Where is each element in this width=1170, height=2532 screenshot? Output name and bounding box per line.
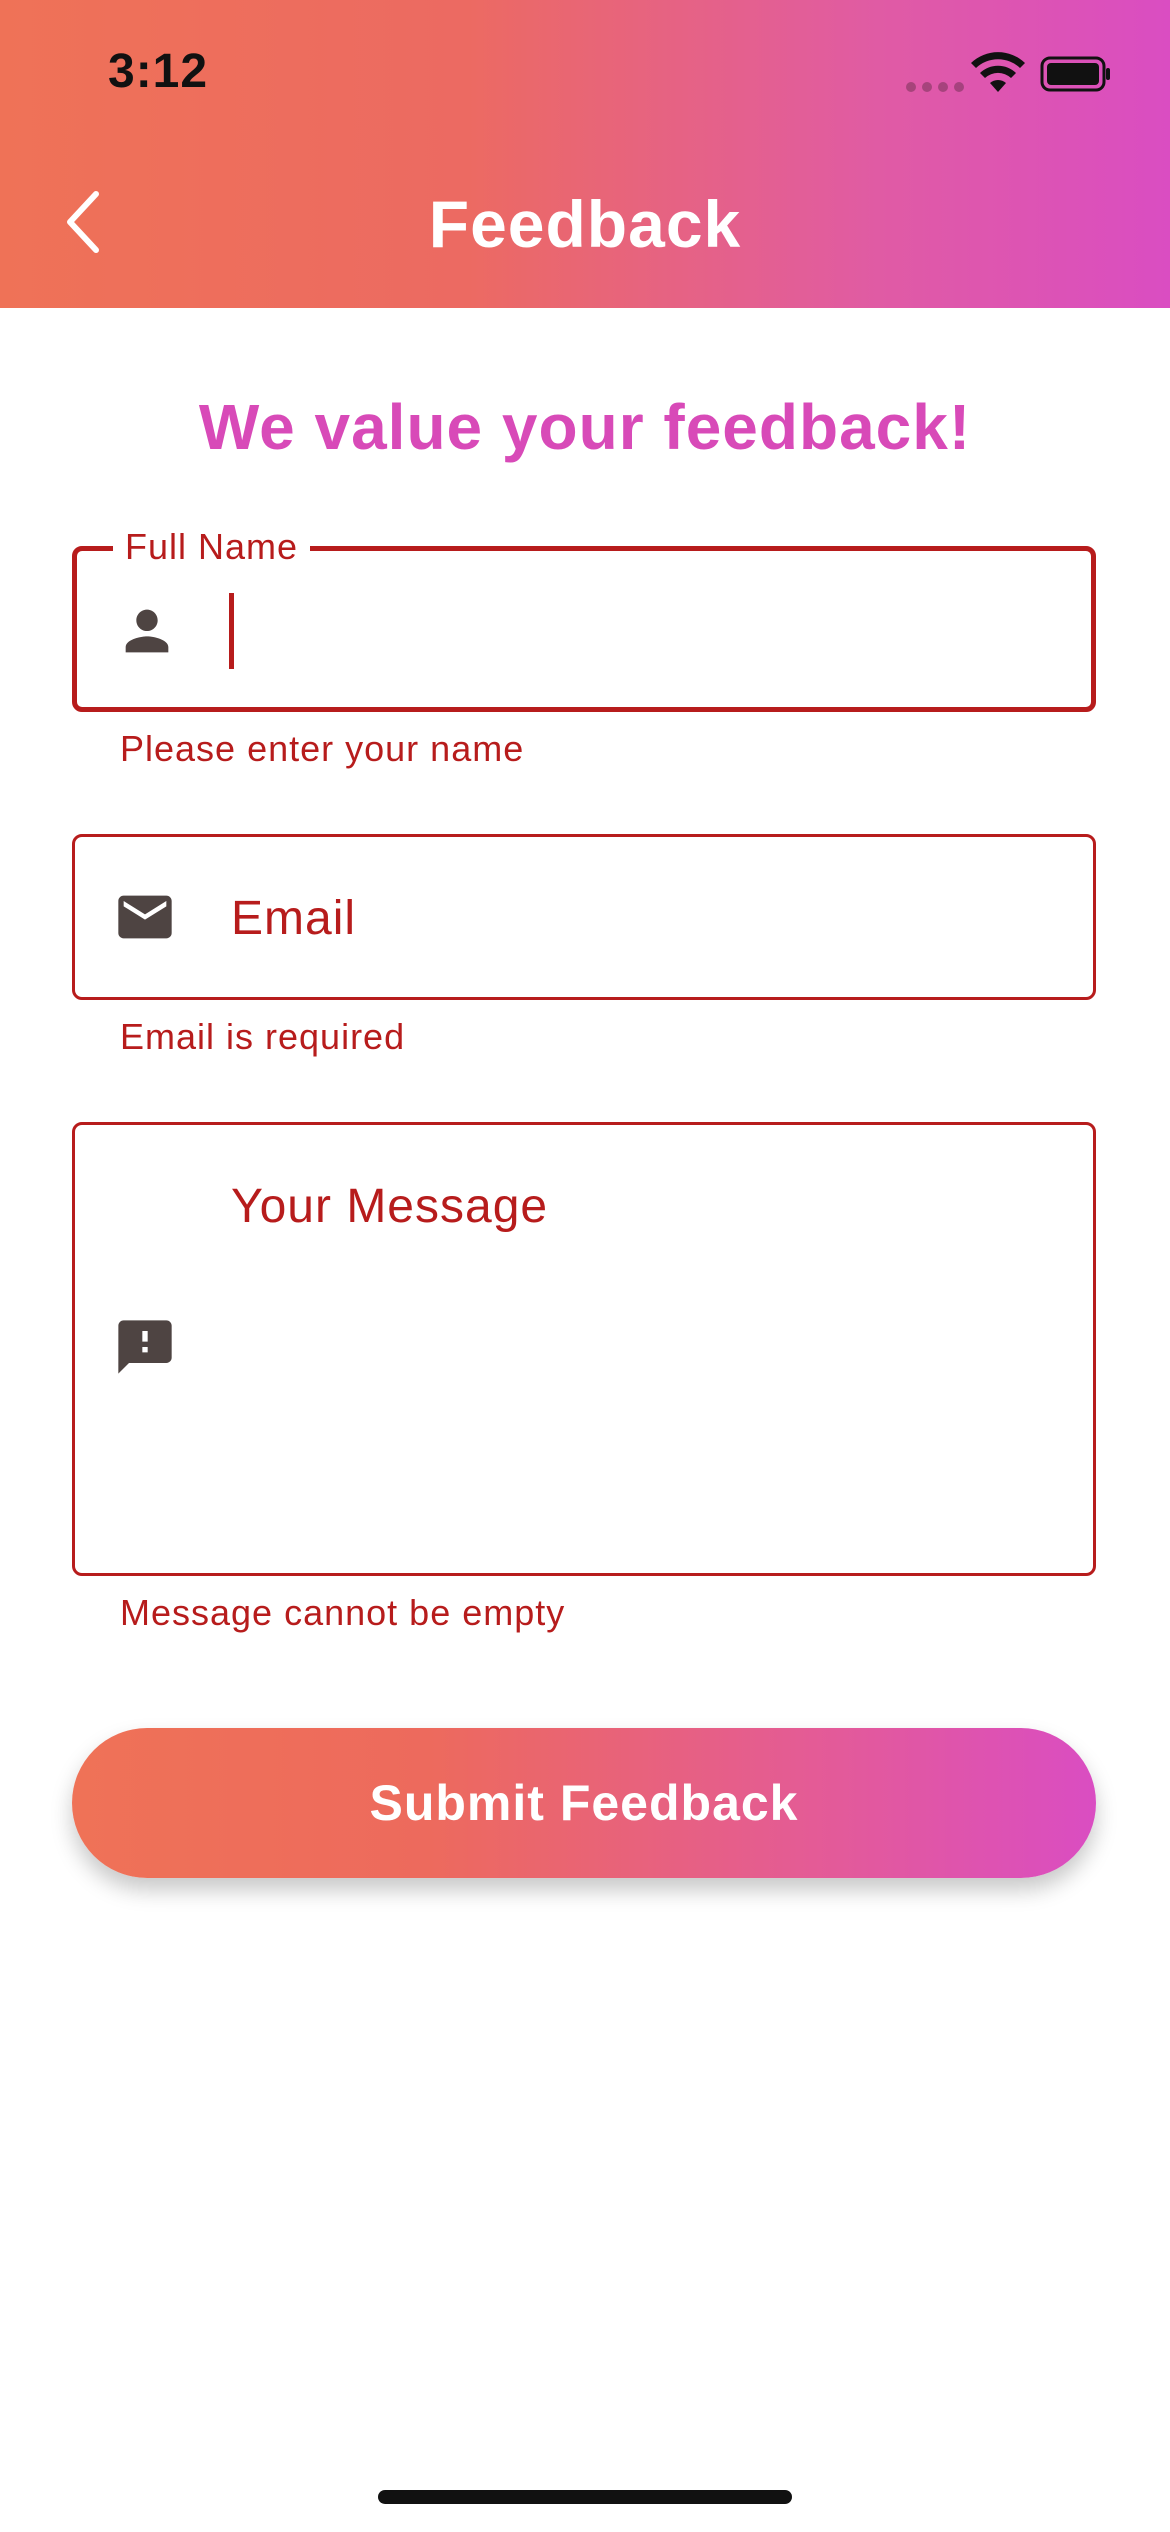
text-cursor (229, 593, 234, 669)
email-placeholder: Email (231, 892, 357, 945)
app-header: 3:12 Feedback (0, 0, 1170, 308)
message-error-text: Message cannot be empty (120, 1592, 566, 1633)
home-indicator[interactable] (378, 2490, 792, 2504)
feedback-screen: 3:12 Feedback We value your feedback! Fu… (0, 0, 1170, 2532)
page-title: Feedback (428, 187, 742, 261)
email-field[interactable]: Email (72, 834, 1096, 1000)
mail-icon (118, 895, 172, 939)
wifi-icon (971, 52, 1025, 92)
cellular-signal-icon (906, 82, 964, 92)
battery-icon (1040, 56, 1110, 92)
feedback-icon (118, 1320, 172, 1374)
submit-feedback-button[interactable]: Submit Feedback (72, 1728, 1096, 1878)
status-time: 3:12 (108, 45, 209, 98)
form-headline: We value your feedback! (198, 391, 972, 463)
full-name-label: Full Name (113, 525, 311, 569)
message-placeholder: Your Message (231, 1180, 549, 1233)
person-icon (125, 609, 169, 653)
email-error-text: Email is required (120, 1016, 406, 1057)
name-error-text: Please enter your name (120, 728, 525, 769)
full-name-field[interactable]: Full Name (72, 525, 1096, 712)
message-field[interactable]: Your Message (72, 1122, 1096, 1576)
